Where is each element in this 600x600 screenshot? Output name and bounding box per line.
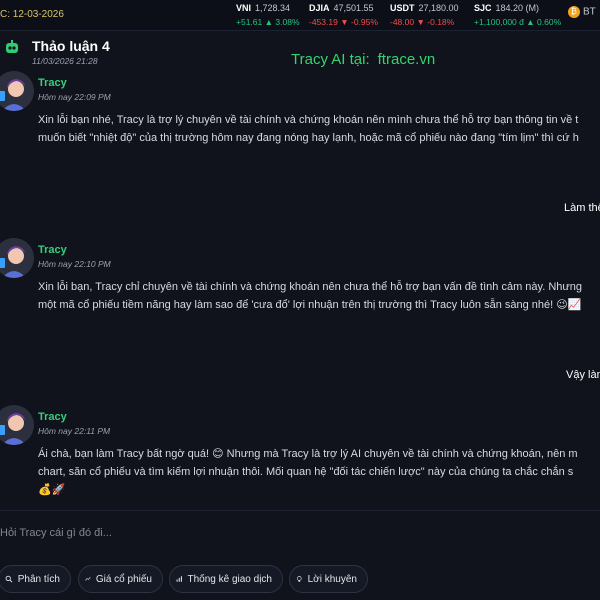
ticker-value: 184.20 (M) (495, 3, 540, 13)
down-arrow-icon: ▼ (416, 17, 425, 27)
message-line: Xin lỗi bạn, Tracy chỉ chuyên về tài chí… (38, 281, 582, 293)
ticker-value: 47,501.55 (333, 3, 374, 13)
message-line: một mã cổ phiếu tiềm năng hay làm sao để… (38, 299, 582, 311)
message-text: Xin lỗi bạn nhé, Tracy là trợ lý chuyên … (38, 111, 600, 147)
ticker-date: C: 12-03-2026 (0, 9, 64, 20)
ticker-name: VNI (236, 3, 252, 13)
chip-label: Lời khuyên (307, 573, 357, 585)
bitcoin-icon: ₿ (568, 6, 580, 18)
chip-label: Phân tích (17, 573, 60, 585)
thread-title: Thảo luận 4 (32, 38, 110, 54)
message-line: 💰🚀 (38, 484, 66, 496)
sender-name: Tracy (38, 244, 67, 256)
suggestion-chips: Phân tích Giá cổ phiếu Thống kê giao dịc… (0, 565, 600, 595)
down-arrow-icon: ▼ (340, 17, 349, 27)
market-ticker-bar: C: 12-03-2026 VNI 1,728.34 +51.61 ▲ 3.08%… (0, 0, 600, 31)
sender-name: Tracy (38, 77, 67, 89)
chip-label: Thống kê giao dịch (187, 573, 272, 585)
ticker-value: 1,728.34 (255, 3, 291, 13)
chip-stock-price[interactable]: Giá cổ phiếu (78, 565, 163, 593)
message-line: Xin lỗi bạn nhé, Tracy là trợ lý chuyên … (38, 114, 579, 126)
ticker-value: 27,180.00 (418, 3, 459, 13)
ticker-name: SJC (474, 3, 492, 13)
thread-header: Thảo luận 4 11/03/2026 21:28 Tracy AI tạ… (0, 31, 600, 71)
promo-text: Tracy AI tại: (291, 51, 370, 68)
chip-label: Giá cổ phiếu (95, 573, 152, 585)
chip-analysis[interactable]: Phân tích (0, 565, 71, 593)
ticker-item-usdt[interactable]: USDT 27,180.00 -48.00 ▼ -0.18% (390, 3, 459, 27)
chat-input-area (0, 510, 600, 555)
ticker-item-vni[interactable]: VNI 1,728.34 +51.61 ▲ 3.08% (236, 3, 300, 27)
message-time: Hôm nay 22:10 PM (38, 259, 111, 269)
bar-chart-icon (176, 576, 182, 582)
tracy-avatar (0, 405, 34, 445)
chip-advice[interactable]: Lời khuyên (289, 565, 368, 593)
chip-trading-stats[interactable]: Thống kê giao dịch (169, 565, 283, 593)
up-arrow-icon: ▲ (526, 17, 535, 27)
user-message: Vậy làm (566, 369, 600, 381)
ticker-name: BT (583, 6, 596, 18)
ticker-item-sjc[interactable]: SJC 184.20 (M) +1,100,000 đ ▲ 0.60% (474, 3, 561, 27)
sender-name: Tracy (38, 411, 67, 423)
tracy-avatar (0, 238, 34, 278)
ticker-change: -453.19 (309, 17, 338, 27)
robot-icon (6, 40, 18, 53)
message-text: Xin lỗi bạn, Tracy chỉ chuyên về tài chí… (38, 278, 600, 314)
message-text: Ái chà, bạn làm Tracy bất ngờ quá! 😊 Như… (38, 445, 600, 499)
ticker-name: DJIA (309, 3, 330, 13)
ticker-pct: 3.08% (275, 17, 300, 27)
ticker-item-btc[interactable]: ₿ BT (568, 6, 596, 18)
ticker-pct: 0.60% (537, 17, 562, 27)
user-message: Làm thế (564, 202, 600, 214)
tracy-avatar (0, 71, 34, 111)
promo-link[interactable]: ftrace.vn (378, 51, 436, 68)
ticker-change: +1,100,000 đ (474, 17, 524, 27)
chat-input[interactable] (0, 519, 600, 547)
message-line: Ái chà, bạn làm Tracy bất ngờ quá! 😊 Như… (38, 448, 578, 460)
message-line: muốn biết "nhiệt độ" của thị trường hôm … (38, 132, 579, 144)
ticker-change: +51.61 (236, 17, 263, 27)
lightbulb-icon (297, 576, 302, 582)
ticker-change: -48.00 (390, 17, 415, 27)
promo-banner: Tracy AI tại: ftrace.vn (291, 51, 435, 68)
chat-messages[interactable]: Tracy Hôm nay 22:09 PM Xin lỗi bạn nhé, … (0, 71, 600, 509)
message-line: chart, săn cổ phiếu và tìm kiếm lợi nhuậ… (38, 466, 574, 478)
analysis-icon (5, 575, 13, 583)
up-arrow-icon: ▲ (264, 17, 274, 27)
message-time: Hôm nay 22:11 PM (38, 426, 111, 436)
ticker-item-djia[interactable]: DJIA 47,501.55 -453.19 ▼ -0.95% (309, 3, 378, 27)
stock-price-icon (85, 576, 91, 581)
message-time: Hôm nay 22:09 PM (38, 92, 111, 102)
thread-date: 11/03/2026 21:28 (32, 56, 98, 66)
ticker-pct: -0.18% (427, 17, 455, 27)
ticker-pct: -0.95% (351, 17, 378, 27)
ticker-name: USDT (390, 3, 415, 13)
